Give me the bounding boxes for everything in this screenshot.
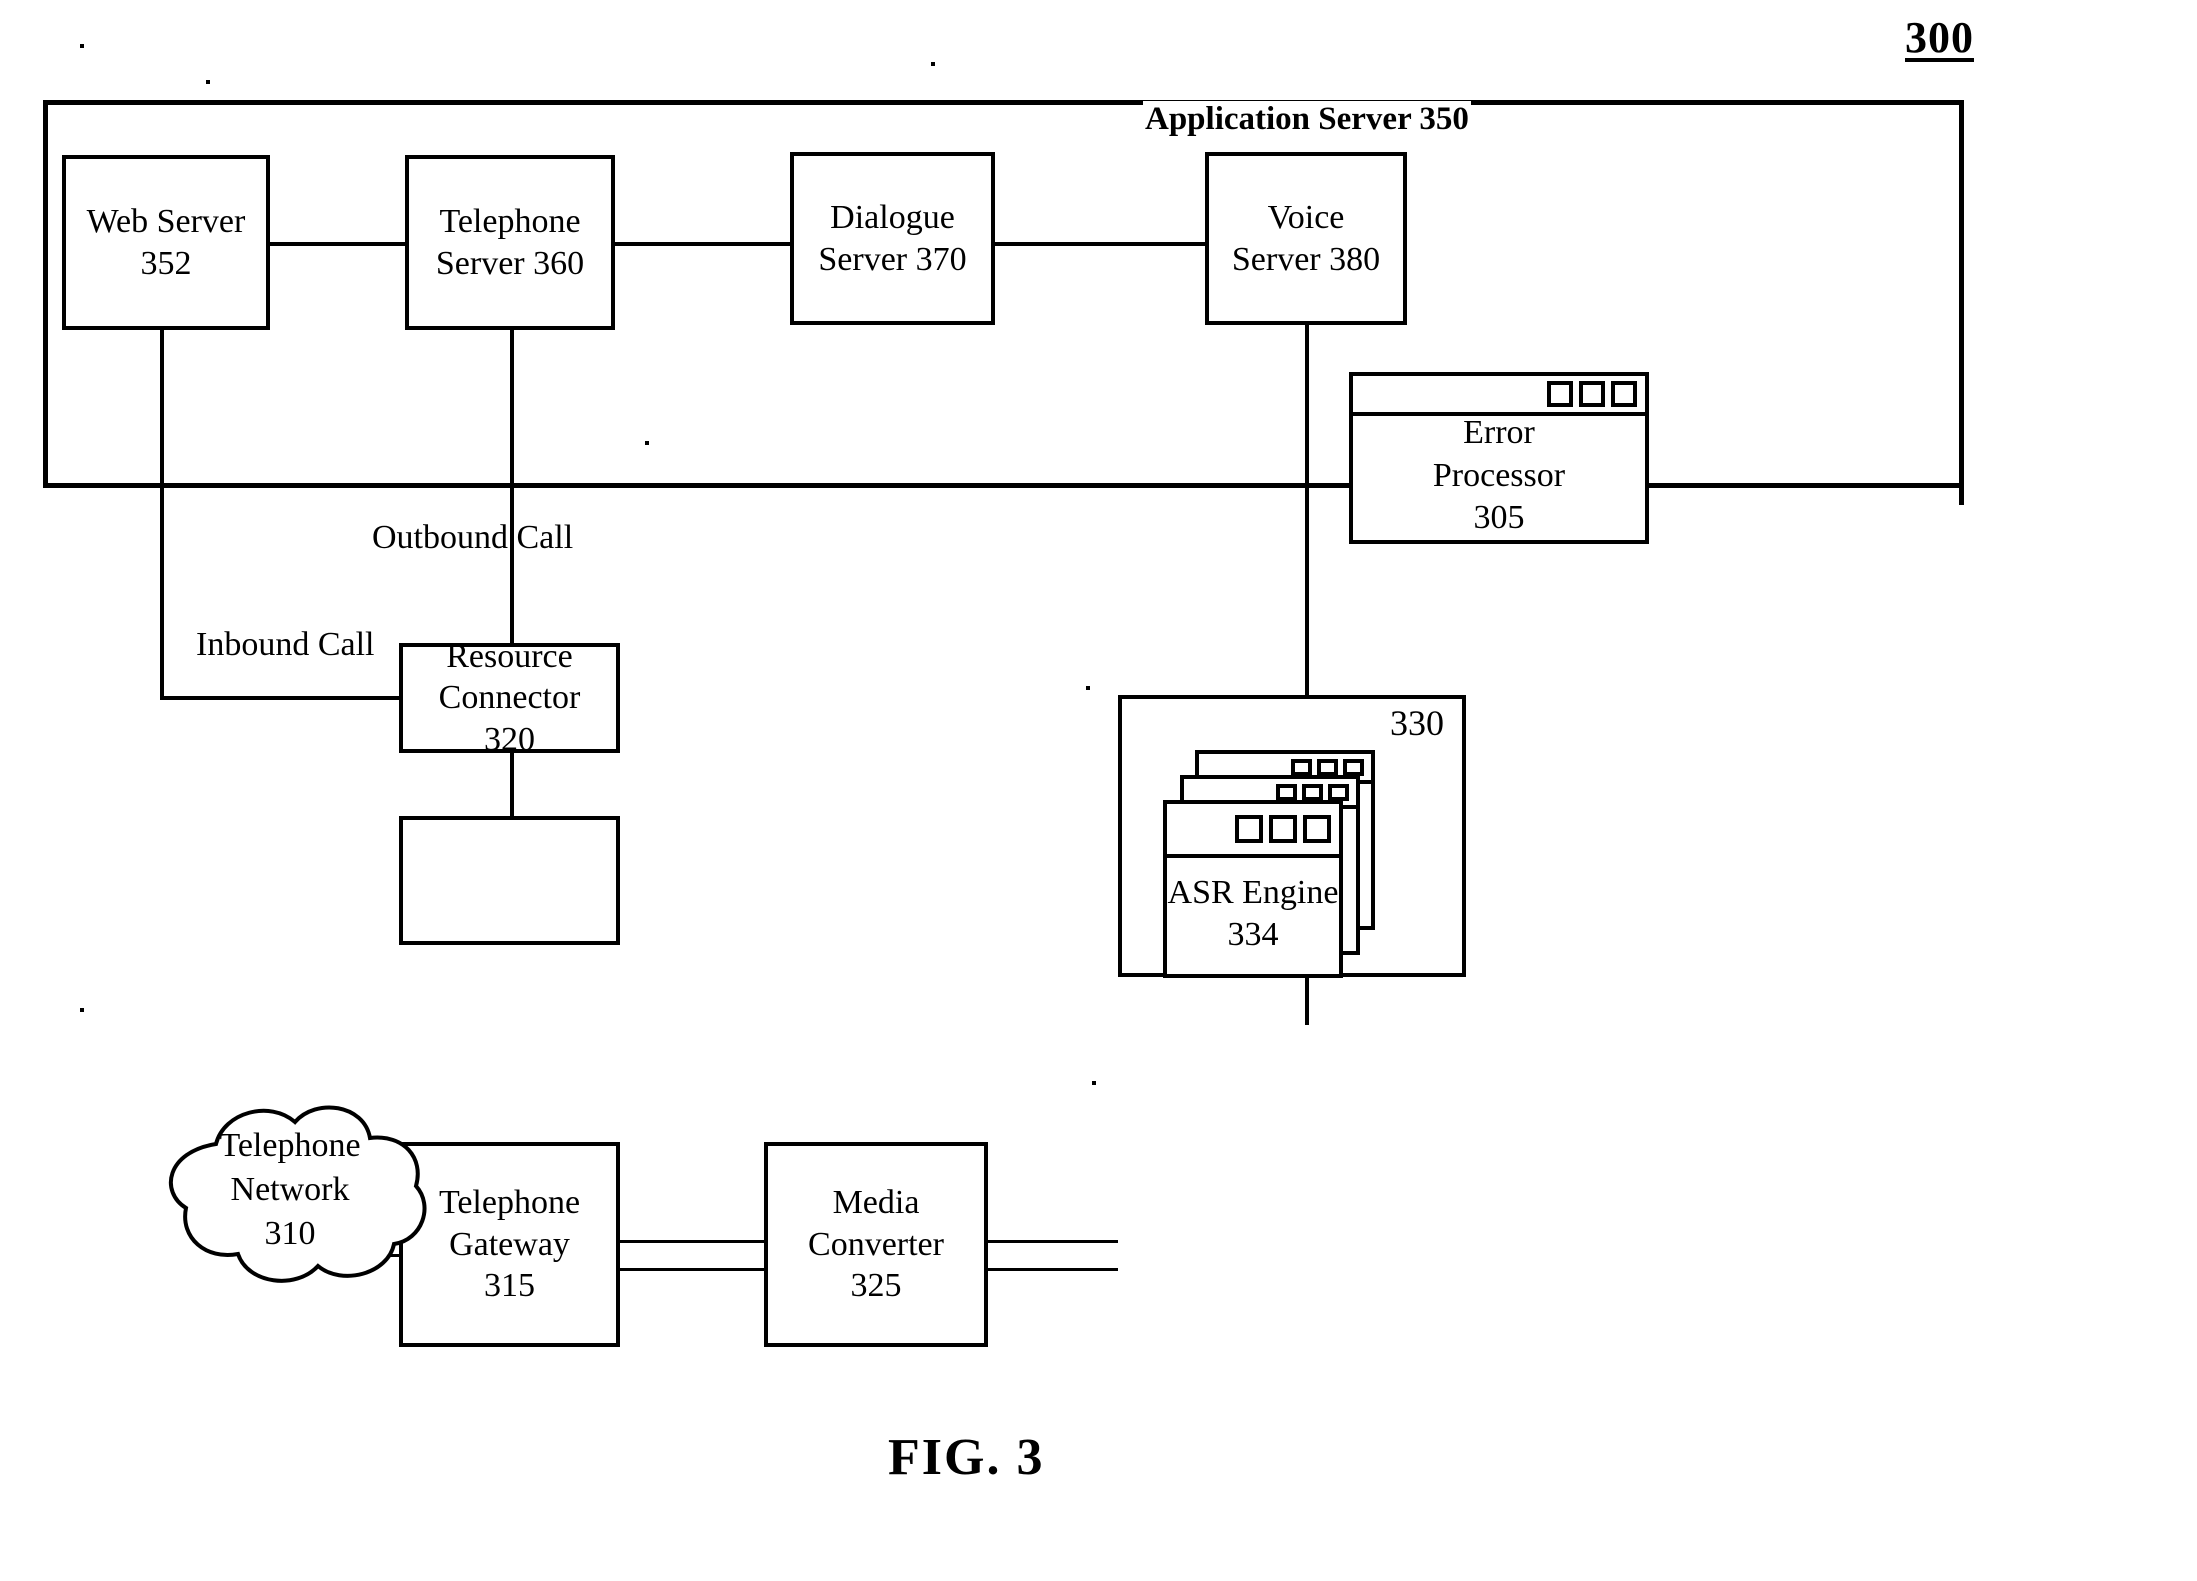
edge-label-inbound-line2: Call bbox=[317, 626, 375, 663]
node-telephone-gateway-line3: 315 bbox=[484, 1267, 535, 1305]
maximize-icon[interactable] bbox=[1269, 815, 1297, 843]
node-voice-server-line1: Voice bbox=[1267, 199, 1345, 237]
close-icon[interactable] bbox=[1303, 815, 1331, 843]
node-dialogue-server-line2: Server 370 bbox=[818, 240, 967, 278]
close-icon bbox=[1328, 783, 1349, 801]
edge-dialogue-to-voice-server bbox=[993, 242, 1207, 246]
asr-container-label: 330 bbox=[1390, 703, 1444, 743]
edge-web-server-downlink bbox=[160, 330, 164, 698]
scan-speck bbox=[645, 441, 649, 445]
edge-label-outbound-call: Outbound Call bbox=[372, 518, 573, 559]
maximize-icon bbox=[1302, 783, 1323, 801]
figure-canvas: 300 Application Server 350 Web Server 35… bbox=[0, 0, 2197, 1581]
node-telephone-server-line1: Telephone bbox=[439, 203, 581, 241]
scan-speck bbox=[206, 80, 210, 84]
figure-number: 300 bbox=[1905, 13, 1974, 62]
node-dialogue-server[interactable]: Dialogue Server 370 bbox=[790, 152, 995, 325]
scan-speck bbox=[1092, 1081, 1096, 1085]
node-dialogue-server-line1: Dialogue bbox=[830, 199, 955, 237]
scan-speck bbox=[931, 62, 935, 66]
edge-web-to-telephone-server bbox=[268, 242, 408, 246]
node-error-processor[interactable]: Error Processor 305 bbox=[1349, 372, 1649, 544]
node-web-server[interactable]: Web Server 352 bbox=[62, 155, 270, 330]
node-asr-engine-line2: 334 bbox=[1227, 916, 1279, 953]
node-telephone-gateway-line1: Telephone bbox=[438, 1184, 581, 1222]
node-media-converter[interactable]: Media Converter 325 bbox=[764, 1142, 988, 1347]
minimize-icon bbox=[1291, 758, 1312, 776]
scan-speck bbox=[80, 1008, 84, 1012]
figure-caption: FIG. 3 bbox=[888, 1429, 1045, 1486]
node-telephone-network[interactable]: Telephone Network 310 bbox=[120, 1090, 460, 1290]
maximize-icon[interactable] bbox=[1579, 381, 1605, 407]
minimize-icon[interactable] bbox=[1547, 381, 1573, 407]
error-processor-body: Error Processor 305 bbox=[1353, 414, 1645, 536]
asr-engine-titlebar bbox=[1167, 804, 1339, 858]
asr-engine-body: ASR Engine 334 bbox=[1167, 858, 1339, 970]
minimize-icon bbox=[1276, 783, 1297, 801]
node-voice-server-line2: Server 380 bbox=[1231, 240, 1381, 278]
minimize-icon[interactable] bbox=[1235, 815, 1263, 843]
trunk-line-gateway-media bbox=[618, 1268, 766, 1271]
node-media-converter-line2: Converter bbox=[808, 1225, 944, 1263]
node-telephone-gateway-placeholder bbox=[399, 816, 620, 945]
node-asr-engine[interactable]: ASR Engine 334 bbox=[1163, 800, 1343, 978]
node-telephone-server[interactable]: Telephone Server 360 bbox=[405, 155, 615, 330]
maximize-icon bbox=[1317, 758, 1338, 776]
application-server-top-border bbox=[43, 100, 1964, 105]
node-resource-connector[interactable]: Resource Connector 320 bbox=[399, 638, 620, 758]
node-error-processor-line2: Processor bbox=[1432, 456, 1566, 494]
application-server-right-border bbox=[1959, 100, 1964, 505]
node-web-server-line2: 352 bbox=[140, 244, 192, 282]
edge-telephone-server-to-resource-connector bbox=[510, 330, 514, 645]
trunk-line-gateway-media bbox=[618, 1240, 766, 1243]
error-processor-titlebar bbox=[1353, 376, 1645, 416]
edge-resource-connector-to-telephone-gateway bbox=[510, 752, 514, 816]
node-resource-connector-line2: Connector bbox=[438, 679, 581, 717]
close-icon bbox=[1343, 758, 1364, 776]
edge-label-outbound-line1: Outbound bbox=[372, 519, 508, 556]
edge-label-inbound-line1: Inbound bbox=[196, 626, 310, 663]
node-error-processor-line3: 305 bbox=[1473, 499, 1525, 537]
node-voice-server[interactable]: Voice Server 380 bbox=[1205, 152, 1407, 325]
edge-label-inbound-call: Inbound Call bbox=[196, 625, 375, 666]
trunk-line-media-asr bbox=[986, 1268, 1118, 1271]
node-error-processor-line1: Error bbox=[1463, 414, 1535, 452]
node-telephone-gateway-line2: Gateway bbox=[449, 1225, 570, 1263]
node-media-converter-line3: 325 bbox=[850, 1267, 902, 1305]
application-server-left-border bbox=[43, 100, 48, 488]
application-server-bottom-border bbox=[43, 483, 1963, 488]
node-telephone-server-line2: Server 360 bbox=[435, 244, 585, 282]
edge-telephone-to-dialogue-server bbox=[613, 242, 794, 246]
scan-speck bbox=[1086, 686, 1090, 690]
edge-label-outbound-line2: Call bbox=[516, 519, 574, 556]
trunk-line-media-asr bbox=[986, 1240, 1118, 1243]
application-server-label: Application Server 350 bbox=[1143, 101, 1471, 138]
edge-inbound-call-to-resource-connector bbox=[160, 696, 403, 700]
node-media-converter-line1: Media bbox=[832, 1184, 920, 1222]
scan-speck bbox=[80, 44, 84, 48]
node-asr-engine-line1: ASR Engine bbox=[1167, 873, 1339, 911]
node-web-server-line1: Web Server bbox=[86, 203, 246, 241]
close-icon[interactable] bbox=[1611, 381, 1637, 407]
